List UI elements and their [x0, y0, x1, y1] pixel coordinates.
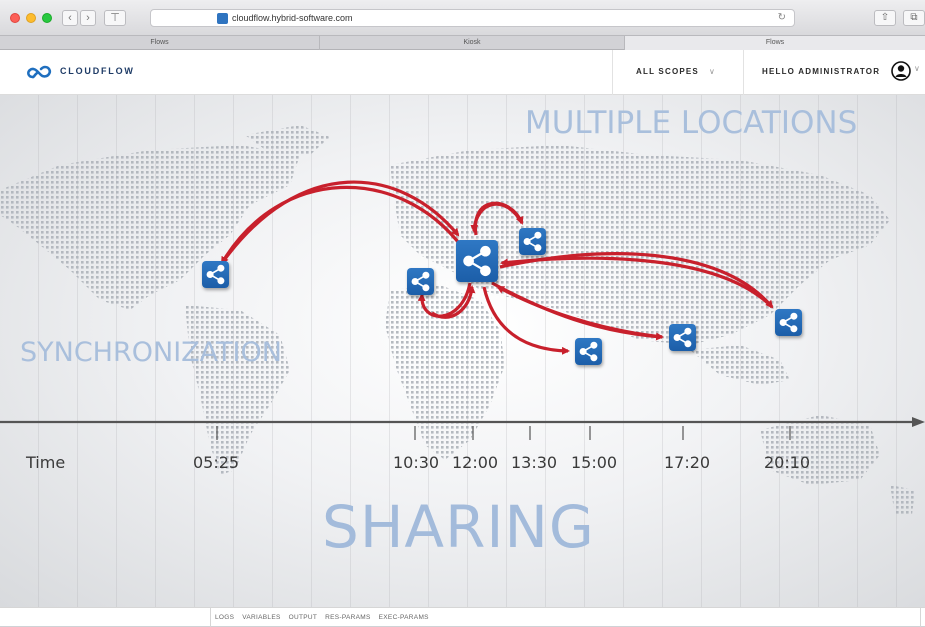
location-node-icon	[202, 261, 229, 288]
site-favicon-icon	[217, 13, 228, 24]
timeline-tick-label: 12:00	[452, 453, 499, 472]
timeline-arrowhead	[912, 417, 925, 427]
back-button[interactable]: ‹	[62, 10, 78, 26]
sharing-label: SHARING	[322, 493, 595, 561]
multiple-locations-label: MULTIPLE LOCATIONS	[525, 105, 858, 141]
browser-tab-active[interactable]: Flows	[625, 36, 925, 50]
tabs-overview-icon[interactable]: ⧉	[903, 10, 925, 26]
location-node-icon	[669, 324, 696, 351]
timeline-tick-label: 13:30	[511, 453, 558, 472]
chevron-down-icon: ∨	[708, 67, 717, 76]
panel-divider	[920, 608, 921, 627]
address-bar[interactable]: cloudflow.hybrid-software.com ↻	[150, 9, 795, 27]
zoom-window-button[interactable]	[42, 13, 52, 23]
tab-variables[interactable]: VARIABLES	[242, 608, 280, 627]
map-new-zealand	[890, 485, 915, 515]
forward-button[interactable]: ›	[80, 10, 96, 26]
location-node-icon	[519, 228, 546, 255]
app-header: CLOUDFLOW ALL SCOPES ∨ HELLO ADMINISTRATO…	[0, 50, 925, 95]
timeline-tick-label: 05:25	[193, 453, 240, 472]
tab-res-params[interactable]: RES-PARAMS	[325, 608, 371, 627]
map-north-america	[0, 145, 300, 310]
timeline-title: Time	[26, 453, 66, 472]
minimize-window-button[interactable]	[26, 13, 36, 23]
browser-tab-bar: Flows Kiosk Flows	[0, 36, 925, 50]
user-avatar-icon[interactable]	[891, 61, 911, 81]
timeline-tick-label: 17:20	[664, 453, 711, 472]
timeline-tick-label: 15:00	[571, 453, 618, 472]
timeline-tick-label: 20:10	[764, 453, 811, 472]
map-south-america	[185, 305, 290, 475]
reload-icon[interactable]: ↻	[778, 10, 786, 26]
location-node-icon	[575, 338, 602, 365]
scope-selector[interactable]: ALL SCOPES ∨	[636, 67, 716, 76]
location-node-icon	[407, 268, 434, 295]
user-greeting[interactable]: HELLO ADMINISTRATOR	[762, 67, 880, 76]
brand-name[interactable]: CLOUDFLOW	[60, 66, 135, 76]
share-icon[interactable]: ⇧	[874, 10, 896, 26]
address-url: cloudflow.hybrid-software.com	[232, 13, 353, 23]
map-se-asia	[690, 345, 790, 385]
central-hub-node-icon	[456, 240, 498, 282]
location-node-icon	[775, 309, 802, 336]
browser-toolbar: ‹ › ⊤ cloudflow.hybrid-software.com ↻ ⇧ …	[0, 0, 925, 36]
close-window-button[interactable]	[10, 13, 20, 23]
window-controls	[10, 13, 52, 23]
tab-output[interactable]: OUTPUT	[289, 608, 318, 627]
browser-tab[interactable]: Flows	[0, 36, 320, 50]
cloudflow-logo-icon[interactable]	[24, 62, 54, 82]
sidebar-toggle-icon[interactable]: ⊤	[104, 10, 126, 26]
header-divider	[743, 50, 744, 95]
dashboard-illustration: MULTIPLE LOCATIONS SYNCHRONIZATION SHARI…	[0, 95, 925, 607]
map-africa	[385, 285, 505, 460]
browser-tab[interactable]: Kiosk	[320, 36, 625, 50]
bottom-panel: LOGS VARIABLES OUTPUT RES-PARAMS EXEC-PA…	[0, 607, 925, 627]
map-australia	[760, 415, 880, 485]
tab-logs[interactable]: LOGS	[215, 608, 234, 627]
timeline-tick-label: 10:30	[393, 453, 440, 472]
bottom-panel-tabs: LOGS VARIABLES OUTPUT RES-PARAMS EXEC-PA…	[210, 608, 429, 627]
tab-exec-params[interactable]: EXEC-PARAMS	[379, 608, 429, 627]
scope-selector-label: ALL SCOPES	[636, 67, 699, 76]
user-menu-chevron-icon[interactable]: ∨	[914, 64, 920, 73]
synchronization-label: SYNCHRONIZATION	[20, 337, 282, 368]
header-divider	[612, 50, 613, 95]
